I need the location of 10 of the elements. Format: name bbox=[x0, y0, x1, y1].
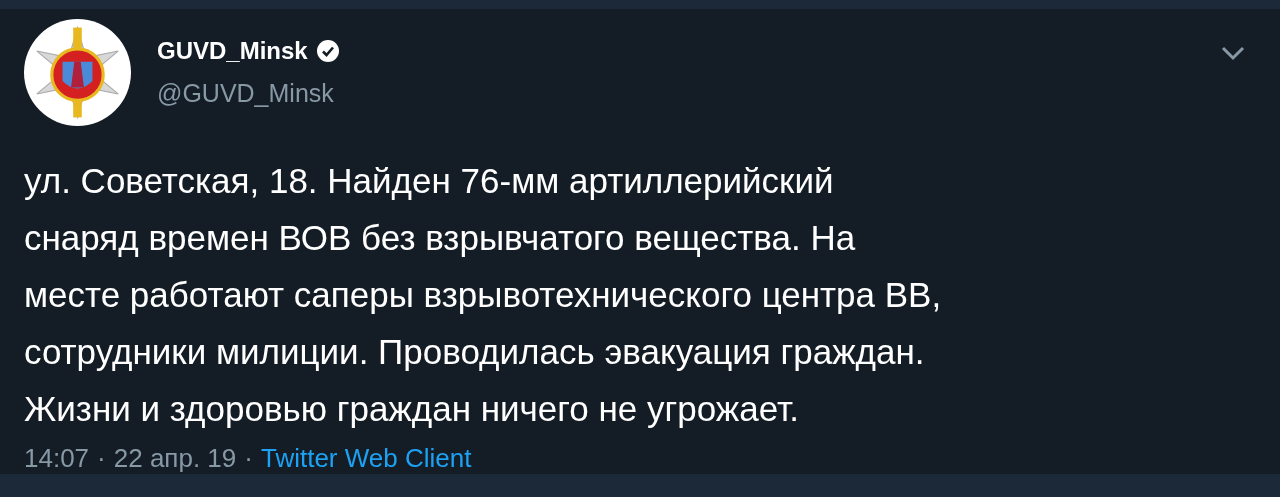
tweet-date: 22 апр. 19 bbox=[113, 443, 237, 474]
author-handle[interactable]: @GUVD_Minsk bbox=[157, 79, 1220, 108]
source-link[interactable]: Twitter Web Client bbox=[260, 443, 472, 474]
separator: · bbox=[244, 443, 253, 474]
tweet-time: 14:07 bbox=[24, 443, 90, 474]
avatar[interactable] bbox=[24, 19, 131, 126]
tweet-text: ул. Советская, 18. Найден 76-мм артиллерийский снаряд времен ВОВ без взрывчатого вещества. На месте работают саперы взрывотехнического центра ВВ, сотрудники милиции. Проводилась эвакуация граждан. Жизни и здоровью граждан ничего не угрожает. bbox=[24, 160, 943, 430]
separator: · bbox=[97, 443, 106, 474]
author-name[interactable]: GUVD_Minsk bbox=[157, 37, 308, 65]
chevron-down-icon[interactable] bbox=[1220, 45, 1246, 61]
